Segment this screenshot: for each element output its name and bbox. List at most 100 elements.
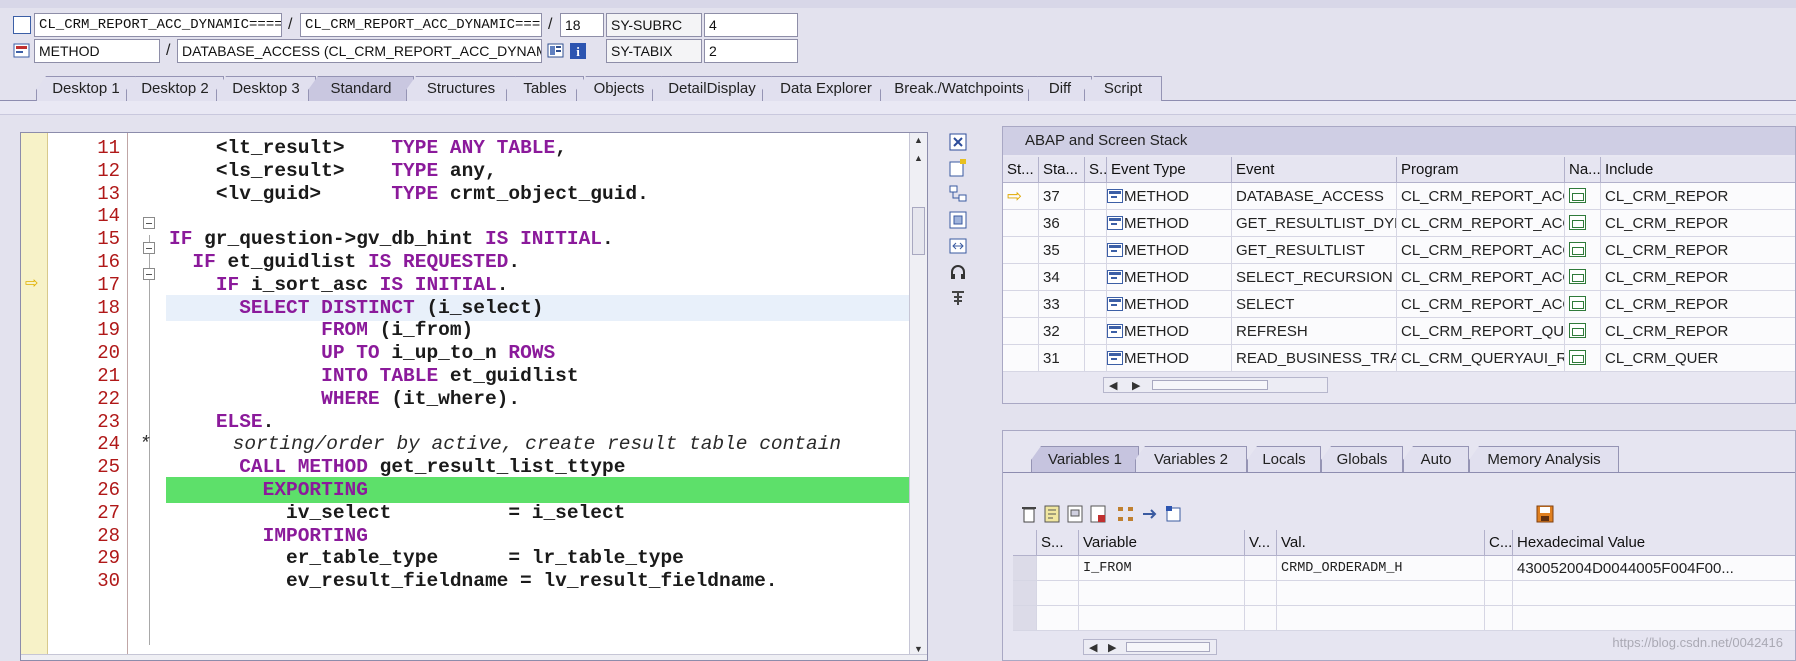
column-header[interactable]: Val. xyxy=(1277,530,1485,556)
variable-cell[interactable] xyxy=(1037,581,1079,606)
close-icon[interactable] xyxy=(948,132,968,152)
tab-variables-1[interactable]: Variables 1 xyxy=(1031,446,1139,472)
code-line[interactable]: 30 ev_result_fieldname = lv_result_field… xyxy=(21,568,921,594)
fullscreen-icon[interactable] xyxy=(948,210,968,230)
variable-cell[interactable]: I_FROM xyxy=(1079,556,1245,581)
tab-desktop-3[interactable]: Desktop 3 xyxy=(216,76,316,101)
stack-cell[interactable] xyxy=(1085,183,1107,210)
scroll-right-icon[interactable]: ▶ xyxy=(1132,379,1140,392)
stack-status-cell[interactable] xyxy=(1003,318,1039,345)
stack-cell[interactable]: CL_CRM_REPORT_ACCR... xyxy=(1397,264,1565,291)
row-selector[interactable] xyxy=(1013,606,1037,631)
stack-cell[interactable]: CL_CRM_REPOR xyxy=(1601,237,1795,264)
tab-standard[interactable]: Standard xyxy=(308,76,414,101)
stack-cell[interactable]: 36 xyxy=(1039,210,1085,237)
variable-cell[interactable] xyxy=(1485,606,1513,631)
stack-cell[interactable]: 31 xyxy=(1039,345,1085,372)
column-header[interactable]: St... xyxy=(1003,157,1039,183)
stack-cell[interactable]: 33 xyxy=(1039,291,1085,318)
variable-cell[interactable] xyxy=(1079,606,1245,631)
stack-cell[interactable] xyxy=(1085,264,1107,291)
event-type-cell[interactable]: METHOD xyxy=(1107,345,1232,372)
variable-cell[interactable] xyxy=(1245,556,1277,581)
stack-cell[interactable]: CL_CRM_REPORT_ACC_... xyxy=(1397,237,1565,264)
navigate-cell[interactable] xyxy=(1565,345,1601,372)
tab-objects[interactable]: Objects xyxy=(576,76,662,101)
tab-detaildisplay[interactable]: DetailDisplay xyxy=(652,76,772,101)
stack-cell[interactable]: REFRESH xyxy=(1232,318,1397,345)
variable-cell[interactable] xyxy=(1277,581,1485,606)
variable-cell[interactable] xyxy=(1079,581,1245,606)
save-variant-icon[interactable] xyxy=(1088,504,1108,524)
stack-cell[interactable]: CL_CRM_REPOR xyxy=(1601,210,1795,237)
scroll-thumb[interactable] xyxy=(1152,380,1268,390)
line-number-field[interactable]: 18 xyxy=(560,13,604,37)
new-window-icon[interactable] xyxy=(948,158,968,178)
navigate-icon[interactable] xyxy=(1569,242,1586,257)
event-type-cell[interactable]: METHOD xyxy=(1107,237,1232,264)
event-type-field[interactable]: METHOD xyxy=(34,39,160,63)
stack-cell[interactable]: CL_CRM_REPORT_ACC_... xyxy=(1397,210,1565,237)
variable-cell[interactable] xyxy=(1513,581,1795,606)
column-header[interactable]: Program xyxy=(1397,157,1565,183)
stack-cell[interactable]: GET_RESULTLIST_DYNA... xyxy=(1232,210,1397,237)
navigate-cell[interactable] xyxy=(1565,183,1601,210)
navigate-cell[interactable] xyxy=(1565,264,1601,291)
delete-icon[interactable] xyxy=(1019,504,1039,524)
column-header[interactable]: Na... xyxy=(1565,157,1601,183)
navigate-cell[interactable] xyxy=(1565,318,1601,345)
variables-horizontal-scrollbar[interactable]: ◀ ▶ xyxy=(1083,639,1217,655)
editor-horizontal-scrollbar[interactable] xyxy=(21,654,927,660)
scroll-left-icon[interactable]: ◀ xyxy=(1109,379,1117,392)
stack-status-cell[interactable] xyxy=(1003,210,1039,237)
variable-cell[interactable] xyxy=(1485,581,1513,606)
column-header[interactable]: Variable xyxy=(1079,530,1245,556)
stack-cell[interactable] xyxy=(1085,210,1107,237)
stack-cell[interactable] xyxy=(1085,318,1107,345)
navigate-icon[interactable] xyxy=(1569,296,1586,311)
stack-cell[interactable]: CL_CRM_REPORT_ACC_... xyxy=(1397,183,1565,210)
stack-status-cell[interactable] xyxy=(1003,237,1039,264)
tab-breakpoints[interactable]: Break./Watchpoints xyxy=(880,76,1038,101)
navigate-cell[interactable] xyxy=(1565,237,1601,264)
event-field[interactable]: DATABASE_ACCESS (CL_CRM_REPORT_ACC_DYNAM… xyxy=(177,39,542,63)
stack-cell[interactable]: CL_CRM_REPORT_QUES... xyxy=(1397,318,1565,345)
tab-desktop-2[interactable]: Desktop 2 xyxy=(126,76,224,101)
event-type-cell[interactable]: METHOD xyxy=(1107,210,1232,237)
stack-cell[interactable]: SELECT xyxy=(1232,291,1397,318)
headset-icon[interactable] xyxy=(948,262,968,282)
column-header[interactable]: V... xyxy=(1245,530,1277,556)
variable-cell[interactable]: 430052004D0044005F004F00... xyxy=(1513,556,1795,581)
scroll-right-icon[interactable]: ▶ xyxy=(1108,641,1116,654)
stack-horizontal-scrollbar[interactable]: ◀ ▶ xyxy=(1103,377,1328,393)
event-type-cell[interactable]: METHOD xyxy=(1107,183,1232,210)
edit-icon[interactable] xyxy=(1065,504,1085,524)
event-type-cell[interactable]: METHOD xyxy=(1107,291,1232,318)
include-field[interactable]: CL_CRM_REPORT_ACC_DYNAMIC====... xyxy=(300,13,542,37)
stack-cell[interactable]: 37 xyxy=(1039,183,1085,210)
tab-auto[interactable]: Auto xyxy=(1403,446,1469,472)
settings-icon[interactable] xyxy=(948,288,968,308)
column-header[interactable]: Include xyxy=(1601,157,1795,183)
tree-icon[interactable] xyxy=(948,184,968,204)
variable-cell[interactable] xyxy=(1277,606,1485,631)
tab-globals[interactable]: Globals xyxy=(1321,446,1403,472)
navigate-icon[interactable] xyxy=(1569,188,1586,203)
column-header[interactable]: Event xyxy=(1232,157,1397,183)
navigate-cell[interactable] xyxy=(1565,291,1601,318)
column-header[interactable] xyxy=(1013,530,1037,556)
current-frame-arrow-icon[interactable]: ⇨ xyxy=(1003,183,1039,210)
column-header[interactable]: S... xyxy=(1085,157,1107,183)
stack-cell[interactable]: SELECT_RECURSION xyxy=(1232,264,1397,291)
stack-cell[interactable] xyxy=(1085,237,1107,264)
variable-cell[interactable] xyxy=(1513,606,1795,631)
column-header[interactable]: C... xyxy=(1485,530,1513,556)
variable-cell[interactable]: CRMD_ORDERADM_H xyxy=(1277,556,1485,581)
stack-cell[interactable]: CL_CRM_REPOR xyxy=(1601,291,1795,318)
scroll-up-icon[interactable]: ▲ xyxy=(914,135,923,145)
stack-cell[interactable]: 35 xyxy=(1039,237,1085,264)
variable-cell[interactable] xyxy=(1245,581,1277,606)
stack-status-cell[interactable] xyxy=(1003,264,1039,291)
column-header[interactable]: Hexadecimal Value xyxy=(1513,530,1795,556)
event-type-cell[interactable]: METHOD xyxy=(1107,318,1232,345)
